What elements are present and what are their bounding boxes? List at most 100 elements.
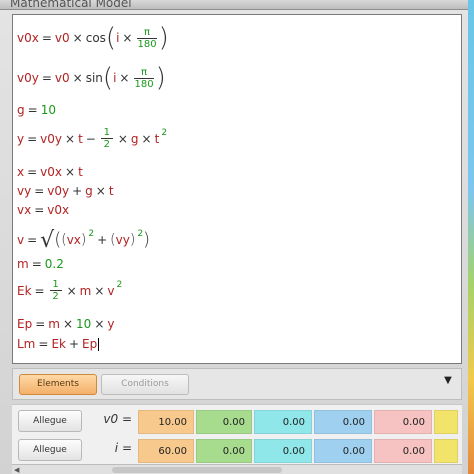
eq-term: g: [85, 184, 93, 198]
value-cell[interactable]: 0.00: [314, 439, 372, 463]
eq-term: v0x: [40, 165, 63, 179]
eq-lhs: v: [17, 233, 25, 247]
eq-term: t: [78, 131, 83, 146]
close-paren: ): [158, 23, 169, 53]
eq-term: vy: [115, 233, 130, 247]
times-sign: ×: [62, 317, 74, 331]
eq-term: t: [154, 131, 160, 146]
denominator: 180: [134, 78, 154, 90]
times-sign: ×: [65, 165, 76, 179]
equation-editor[interactable]: v0x = v0 × cos ( i × π 180 ) v0y = v0 × …: [12, 14, 462, 364]
conditions-button[interactable]: Conditions: [101, 374, 189, 395]
times-sign: ×: [119, 71, 130, 85]
eq-term: i: [116, 31, 120, 45]
scroll-left-arrow-icon[interactable]: ◀: [14, 466, 19, 474]
value-cell[interactable]: 10.00: [138, 410, 194, 434]
minus-sign: −: [85, 131, 96, 146]
variable-name: v0: [103, 412, 119, 426]
eq-term: t: [78, 165, 83, 179]
eq-term: g: [130, 131, 139, 146]
eq-term: vx: [66, 233, 81, 247]
times-sign: ×: [65, 131, 76, 146]
eq-term: v0x: [47, 203, 70, 217]
row-button[interactable]: Allegue: [18, 439, 82, 461]
equation-m[interactable]: m = 0.2: [17, 257, 64, 271]
fraction: 1 2: [100, 127, 113, 150]
row-variable: i =: [114, 441, 132, 455]
eq-value: 10: [40, 103, 56, 117]
horizontal-scrollbar[interactable]: ◀: [12, 464, 462, 474]
eq-lhs: v0x: [17, 31, 39, 45]
exponent: 2: [88, 229, 95, 239]
eq-lhs: m: [17, 257, 29, 271]
equation-v[interactable]: v = √ ( ( vx ) 2 + ( vy ) 2 ): [17, 227, 150, 253]
app-window: Mathematical Model v0x = v0 × cos ( i × …: [0, 0, 474, 474]
equals-sign: =: [35, 317, 46, 331]
exponent: 2: [116, 279, 123, 290]
value-cell[interactable]: [434, 410, 458, 434]
open-paren: (: [102, 63, 114, 93]
equation-y[interactable]: y = v0y × t − 1 2 × g × t 2: [17, 127, 167, 150]
grid-row-i: Allegue i = 60.00 0.00 0.00 0.00 0.00: [12, 436, 462, 464]
row-button[interactable]: Allegue: [18, 410, 82, 432]
equation-x[interactable]: x = v0x × t: [17, 165, 83, 179]
eq-term: Ek: [51, 337, 66, 351]
func-name: cos: [85, 31, 106, 45]
close-paren: ): [143, 229, 151, 250]
equation-g[interactable]: g = 10: [17, 103, 56, 117]
close-paren: ): [155, 63, 166, 93]
eq-lhs: Ek: [17, 283, 32, 298]
equation-vy[interactable]: vy = v0y + g × t: [17, 184, 114, 198]
scrollbar-thumb[interactable]: [112, 467, 282, 473]
times-sign: ×: [66, 283, 77, 298]
eq-value: 10: [76, 317, 92, 331]
equation-v0y[interactable]: v0y = v0 × sin ( i × π 180 ): [17, 65, 166, 91]
value-cell[interactable]: 0.00: [196, 439, 252, 463]
eq-term: v0y: [47, 184, 70, 198]
eq-term: v0: [54, 71, 70, 85]
dropdown-arrow-icon[interactable]: ▼: [439, 372, 457, 390]
fraction: 1 2: [49, 279, 62, 302]
equals-sign: =: [41, 71, 52, 85]
eq-value: 0.2: [44, 257, 64, 271]
func-name: sin: [85, 71, 103, 85]
value-cell[interactable]: 0.00: [196, 410, 252, 434]
equals-sign: =: [27, 165, 38, 179]
eq-lhs: x: [17, 165, 25, 179]
value-cell[interactable]: 60.00: [138, 439, 194, 463]
denominator: 180: [137, 38, 157, 50]
times-sign: ×: [72, 31, 83, 45]
denominator: 2: [52, 291, 59, 302]
value-cell[interactable]: 0.00: [314, 410, 372, 434]
grid-row-v0: Allegue v0 = 10.00 0.00 0.00 0.00 0.00: [12, 407, 462, 435]
numerator: π: [141, 66, 148, 78]
exponent: 2: [161, 127, 168, 138]
elements-button[interactable]: Elements: [19, 374, 97, 395]
value-cell[interactable]: 0.00: [254, 439, 312, 463]
equals-sign: =: [31, 257, 42, 271]
numerator: 1: [52, 279, 59, 290]
value-cell[interactable]: 0.00: [374, 439, 432, 463]
equation-vx[interactable]: vx = v0x: [17, 203, 69, 217]
row-variable: v0 =: [103, 412, 132, 426]
value-cell[interactable]: [434, 439, 458, 463]
value-cell[interactable]: 0.00: [374, 410, 432, 434]
background-strip: [468, 0, 474, 474]
equals-sign: =: [34, 203, 45, 217]
equation-ep[interactable]: Ep = m × 10 × y: [17, 317, 114, 331]
plus-sign: +: [97, 233, 108, 247]
sqrt-icon: √: [40, 227, 55, 253]
equation-lm[interactable]: Lm = Ek + Ep: [17, 337, 100, 351]
value-cell[interactable]: 0.00: [254, 410, 312, 434]
plus-sign: +: [72, 184, 83, 198]
plus-sign: +: [68, 337, 80, 351]
equals-sign: =: [34, 283, 45, 298]
eq-term: m: [48, 317, 60, 331]
equals-sign: =: [34, 184, 45, 198]
title-bar: Mathematical Model: [0, 0, 468, 10]
denominator: 2: [103, 139, 111, 150]
close-paren: ): [129, 232, 136, 248]
parameter-grid: Allegue v0 = 10.00 0.00 0.00 0.00 0.00 A…: [12, 404, 462, 470]
equation-v0x[interactable]: v0x = v0 × cos ( i × π 180 ): [17, 25, 169, 51]
equation-ek[interactable]: Ek = 1 2 × m × v 2: [17, 279, 122, 302]
